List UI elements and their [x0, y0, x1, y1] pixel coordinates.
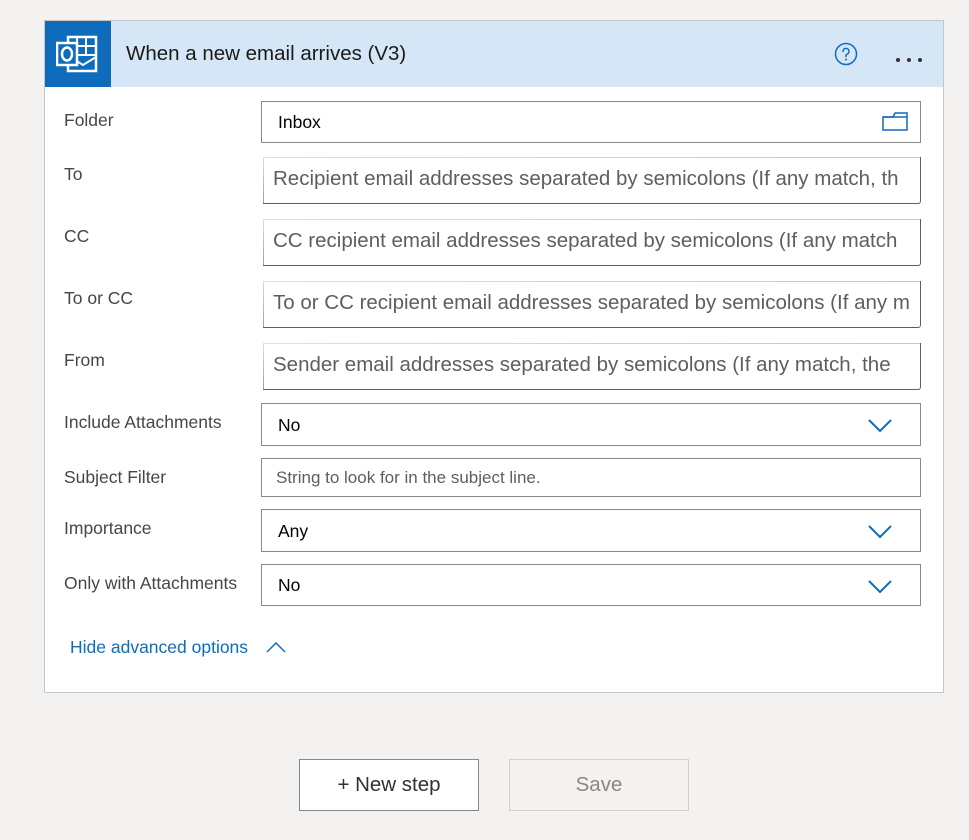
include-attachments-value: No — [278, 415, 301, 435]
folder-field[interactable]: Inbox — [261, 101, 921, 143]
chevron-down-icon — [868, 419, 892, 438]
hide-advanced-options-link[interactable]: Hide advanced options — [70, 637, 248, 658]
field-border-top — [263, 157, 920, 158]
only-with-attachments-label: Only with Attachments — [64, 573, 238, 593]
cc-label: CC — [64, 226, 90, 246]
save-button[interactable]: Save — [509, 759, 689, 811]
field-border-left — [263, 343, 264, 389]
cc-placeholder: CC recipient email addresses separated b… — [273, 229, 898, 252]
more-ellipsis-icon[interactable] — [893, 51, 925, 62]
to-or-cc-placeholder: To or CC recipient email addresses separ… — [273, 291, 910, 314]
importance-label: Importance — [64, 518, 152, 538]
chevron-down-icon — [868, 580, 892, 599]
outlook-icon — [45, 21, 111, 87]
field-border-left — [263, 157, 264, 203]
field-border-top — [263, 219, 920, 220]
to-input[interactable]: Recipient email addresses separated by s… — [263, 157, 921, 204]
to-or-cc-input[interactable]: To or CC recipient email addresses separ… — [263, 281, 921, 328]
only-with-attachments-value: No — [278, 575, 301, 595]
subject-filter-label: Subject Filter — [64, 467, 167, 487]
subject-filter-placeholder: String to look for in the subject line. — [276, 468, 541, 487]
subject-filter-input[interactable]: String to look for in the subject line. — [261, 458, 921, 497]
field-border-top — [263, 281, 920, 282]
card-header[interactable]: When a new email arrives (V3) — [45, 21, 943, 87]
field-border-top — [263, 343, 920, 344]
cc-input[interactable]: CC recipient email addresses separated b… — [263, 219, 921, 266]
new-step-button[interactable]: + New step — [299, 759, 479, 811]
to-or-cc-label: To or CC — [64, 288, 134, 308]
folder-label: Folder — [64, 110, 114, 130]
trigger-card: When a new email arrives (V3) Folder Inb… — [44, 20, 944, 693]
card-title: When a new email arrives (V3) — [126, 42, 407, 65]
help-circle-icon[interactable] — [834, 42, 858, 66]
from-input[interactable]: Sender email addresses separated by semi… — [263, 343, 921, 390]
importance-value: Any — [278, 521, 309, 541]
include-attachments-dropdown[interactable]: No — [261, 403, 921, 446]
from-label: From — [64, 350, 105, 370]
field-border-left — [263, 219, 264, 265]
field-border-left — [263, 281, 264, 327]
chevron-up-icon[interactable] — [266, 640, 286, 658]
folder-picker-icon[interactable] — [882, 112, 908, 137]
chevron-down-icon — [868, 525, 892, 544]
include-attachments-label: Include Attachments — [64, 412, 222, 432]
folder-value: Inbox — [278, 112, 321, 132]
importance-dropdown[interactable]: Any — [261, 509, 921, 552]
to-placeholder: Recipient email addresses separated by s… — [273, 167, 899, 190]
to-label: To — [64, 164, 83, 184]
only-with-attachments-dropdown[interactable]: No — [261, 564, 921, 606]
from-placeholder: Sender email addresses separated by semi… — [273, 353, 891, 376]
